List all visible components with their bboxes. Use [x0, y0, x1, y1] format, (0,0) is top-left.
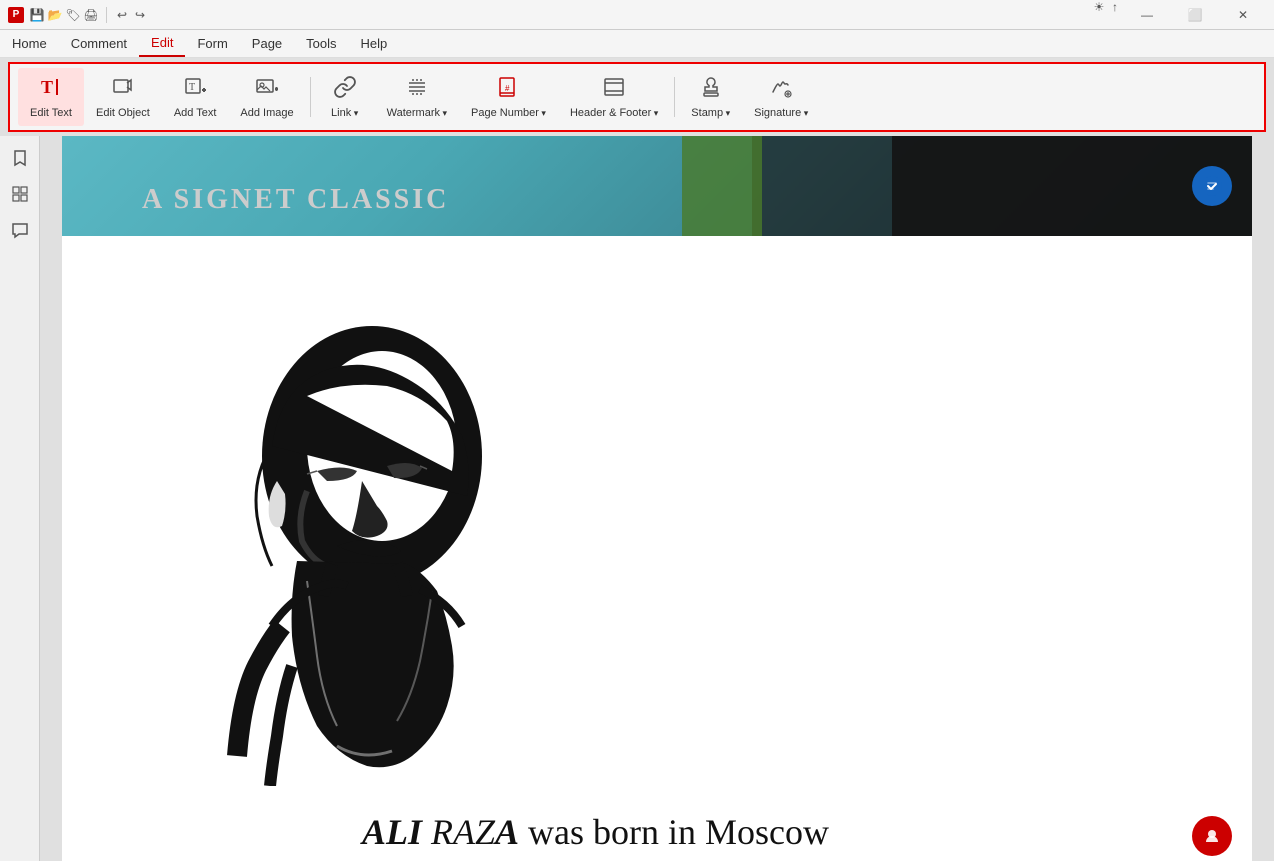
- watermark-label: Watermark: [387, 107, 447, 119]
- tag-icon[interactable]: 🏷: [66, 8, 80, 22]
- edit-text-icon: T: [39, 75, 63, 103]
- pdf-page-main: ALI RAZA was born in Moscow: [62, 236, 1252, 861]
- menu-form[interactable]: Form: [185, 30, 239, 57]
- stamp-icon: [699, 75, 723, 103]
- svg-text:#: #: [505, 84, 510, 93]
- text-ali: ALI: [362, 812, 422, 852]
- edit-toolbar: T Edit Text Edit Object T Add Text: [8, 62, 1266, 132]
- text-a: A: [495, 812, 519, 852]
- stamp-label: Stamp: [691, 107, 730, 119]
- page-number-label: Page Number: [471, 107, 546, 119]
- menu-edit[interactable]: Edit: [139, 30, 185, 57]
- edit-object-label: Edit Object: [96, 107, 150, 119]
- page-bottom-text: ALI RAZA was born in Moscow: [362, 809, 1192, 856]
- menu-tools[interactable]: Tools: [294, 30, 348, 57]
- add-image-icon: [255, 75, 279, 103]
- undo-icon[interactable]: ↩: [115, 8, 129, 22]
- menu-page[interactable]: Page: [240, 30, 294, 57]
- sidebar-pages-icon[interactable]: [6, 180, 34, 208]
- add-image-button[interactable]: Add Image: [228, 68, 305, 126]
- float-button-top[interactable]: [1192, 166, 1232, 206]
- menu-comment[interactable]: Comment: [59, 30, 139, 57]
- menu-help[interactable]: Help: [349, 30, 400, 57]
- toolbar-divider-2: [674, 77, 675, 117]
- header-footer-button[interactable]: Header & Footer: [558, 68, 670, 126]
- add-text-label: Add Text: [174, 107, 217, 119]
- main-area: A SIGNET CLASSIC: [0, 136, 1274, 861]
- menu-home[interactable]: Home: [0, 30, 59, 57]
- edit-object-icon: [111, 75, 135, 103]
- window-controls: ☀ ↑ — ⬜ ✕: [1092, 0, 1266, 30]
- page-number-button[interactable]: # Page Number: [459, 68, 558, 126]
- book-cover-text: A SIGNET CLASSIC: [142, 184, 449, 216]
- page-number-icon: #: [496, 75, 520, 103]
- edit-object-button[interactable]: Edit Object: [84, 68, 162, 126]
- portrait-illustration: [142, 316, 522, 786]
- quick-access-toolbar: 💾 📂 🏷 🖨 ↩ ↪: [30, 7, 147, 23]
- link-icon: [333, 75, 357, 103]
- theme-icon[interactable]: ☀: [1092, 0, 1106, 14]
- page-container: A SIGNET CLASSIC: [40, 136, 1274, 861]
- minimize-button[interactable]: —: [1124, 0, 1170, 30]
- title-bar: P 💾 📂 🏷 🖨 ↩ ↪ ☀ ↑ — ⬜ ✕: [0, 0, 1274, 30]
- left-sidebar: [0, 136, 40, 861]
- edit-text-button[interactable]: T Edit Text: [18, 68, 84, 126]
- watermark-button[interactable]: Watermark: [375, 68, 459, 126]
- add-text-button[interactable]: T Add Text: [162, 68, 229, 126]
- sidebar-comment-icon[interactable]: [6, 216, 34, 244]
- close-button[interactable]: ✕: [1220, 0, 1266, 30]
- redo-icon[interactable]: ↪: [133, 8, 147, 22]
- app-icon: P: [8, 7, 24, 23]
- signature-icon: [769, 75, 793, 103]
- signature-label: Signature: [754, 107, 808, 119]
- signature-button[interactable]: Signature: [742, 68, 820, 126]
- stamp-button[interactable]: Stamp: [679, 68, 742, 126]
- maximize-button[interactable]: ⬜: [1172, 0, 1218, 30]
- text-raza: RAZ: [422, 812, 495, 852]
- open-icon[interactable]: 📂: [48, 8, 62, 22]
- cover-green-overlay: [682, 136, 762, 236]
- header-footer-icon: [602, 75, 626, 103]
- print-icon[interactable]: 🖨: [84, 8, 98, 22]
- toolbar-divider-1: [310, 77, 311, 117]
- menu-bar: Home Comment Edit Form Page Tools Help: [0, 30, 1274, 58]
- sidebar-bookmark-icon[interactable]: [6, 144, 34, 172]
- link-label: Link: [331, 107, 358, 119]
- header-footer-label: Header & Footer: [570, 107, 658, 119]
- add-image-label: Add Image: [240, 107, 293, 119]
- svg-text:T: T: [41, 77, 53, 97]
- link-button[interactable]: Link: [315, 68, 375, 126]
- save-icon[interactable]: 💾: [30, 8, 44, 22]
- pdf-content: A SIGNET CLASSIC: [40, 136, 1274, 861]
- float-button-bottom[interactable]: [1192, 816, 1232, 856]
- text-born: was born in Moscow: [519, 812, 829, 852]
- edit-text-label: Edit Text: [30, 107, 72, 119]
- title-bar-left: P 💾 📂 🏷 🖨 ↩ ↪: [8, 7, 147, 23]
- svg-text:T: T: [189, 82, 195, 93]
- watermark-icon: [405, 75, 429, 103]
- add-text-icon: T: [183, 75, 207, 103]
- divider: [106, 7, 107, 23]
- share-icon[interactable]: ↑: [1108, 0, 1122, 14]
- book-cover-strip: A SIGNET CLASSIC: [62, 136, 1252, 236]
